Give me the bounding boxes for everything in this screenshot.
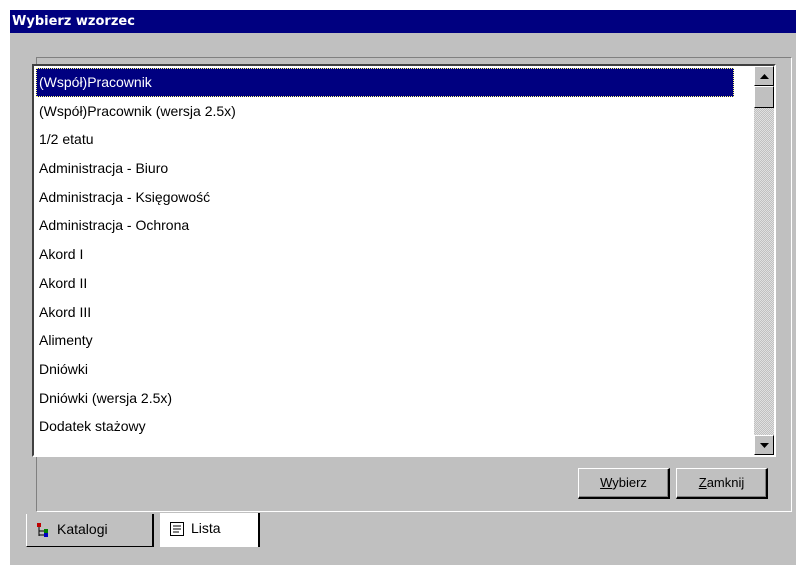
list-item[interactable]: Akord I <box>36 240 734 269</box>
tab-katalogi-label: Katalogi <box>57 521 108 537</box>
template-list[interactable]: (Współ)Pracownik (Współ)Pracownik (wersj… <box>36 68 734 455</box>
zamknij-accel: Z <box>698 475 707 490</box>
tree-icon <box>37 523 48 537</box>
list-item[interactable]: Administracja - Księgowość <box>36 183 734 212</box>
list-item[interactable]: Akord III <box>36 298 734 327</box>
scroll-up-button[interactable] <box>754 66 774 86</box>
list-item[interactable]: Akord II <box>36 269 734 298</box>
wybierz-label: ybierz <box>612 475 647 490</box>
list-item[interactable]: Dniówki <box>36 355 734 384</box>
list-icon <box>170 522 184 536</box>
list-item[interactable]: Administracja - Biuro <box>36 154 734 183</box>
list-item[interactable]: (Współ)Pracownik <box>36 68 734 97</box>
arrow-up-icon <box>759 73 769 79</box>
zamknij-button[interactable]: Zamknij <box>676 468 768 499</box>
window-title: Wybierz wzorzec <box>10 10 796 33</box>
vertical-scrollbar[interactable] <box>754 66 774 455</box>
tab-lista-label: Lista <box>191 520 221 536</box>
arrow-down-icon <box>759 442 769 448</box>
zamknij-label: amknij <box>706 475 745 490</box>
tab-lista[interactable]: Lista <box>160 513 260 547</box>
template-listbox[interactable]: (Współ)Pracownik (Współ)Pracownik (wersj… <box>32 64 776 457</box>
wybierz-button[interactable]: Wybierz <box>578 468 670 499</box>
list-item[interactable]: Alimenty <box>36 326 734 355</box>
tab-katalogi[interactable]: Katalogi <box>26 514 154 547</box>
scroll-down-button[interactable] <box>754 435 774 455</box>
list-item[interactable]: 1/2 etatu <box>36 125 734 154</box>
list-item[interactable]: Dodatek stażowy <box>36 412 734 441</box>
list-item[interactable]: (Współ)Pracownik (wersja 2.5x) <box>36 97 734 126</box>
wybierz-accel: W <box>600 475 613 490</box>
scroll-thumb[interactable] <box>754 86 774 108</box>
list-item[interactable]: Dniówki (wersja 2.5x) <box>36 384 734 413</box>
list-item[interactable]: Administracja - Ochrona <box>36 211 734 240</box>
